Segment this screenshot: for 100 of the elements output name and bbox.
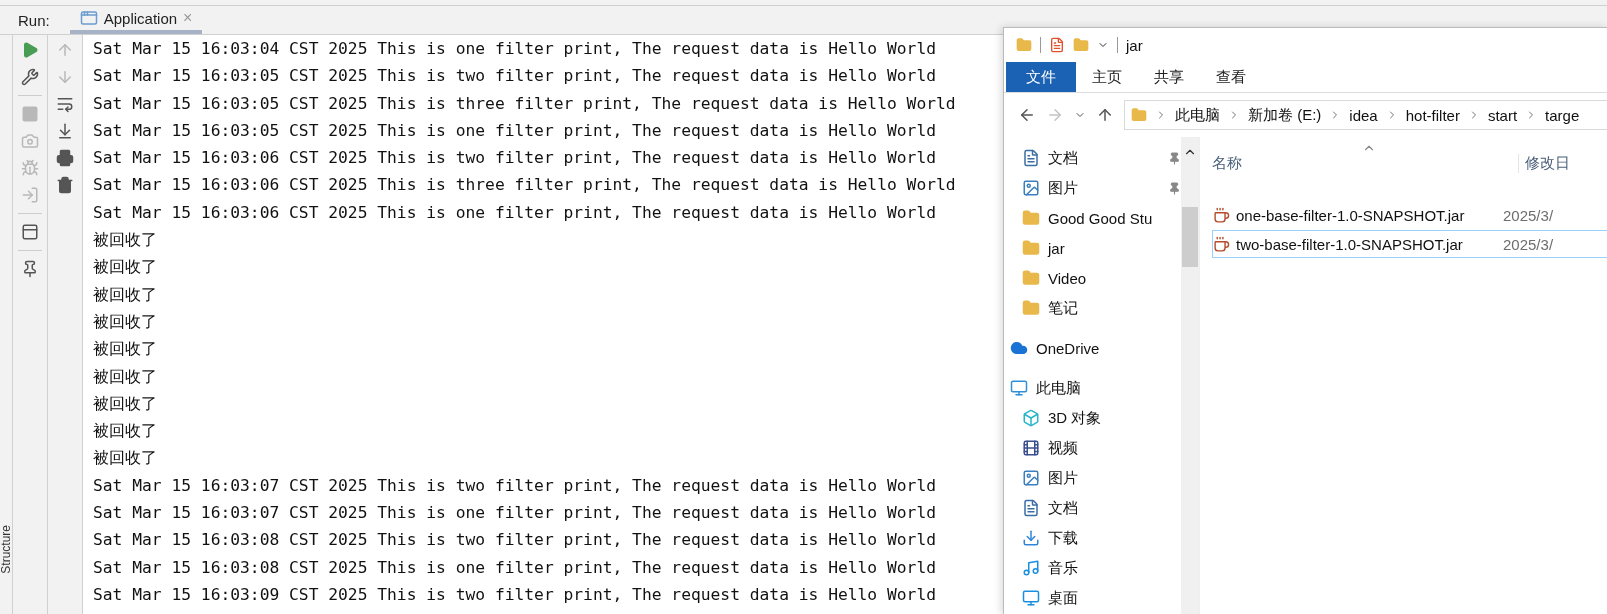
console-line: Sat Mar 15 16:03:04 CST 2025 This is one filter print, The request data is Hello World bbox=[93, 38, 936, 60]
file-name-text: two-base-filter-1.0-SNAPSHOT.jar bbox=[1236, 235, 1463, 253]
nav-label: 文档 bbox=[1048, 148, 1079, 168]
console-line: 被回收了 bbox=[93, 420, 157, 443]
layout-icon[interactable] bbox=[21, 223, 39, 241]
nav-item[interactable]: 3D 对象 bbox=[1004, 403, 1181, 433]
computer-icon bbox=[1010, 379, 1028, 397]
console-line: Sat Mar 15 16:03:07 CST 2025 This is two filter print, The request data is Hello World bbox=[93, 474, 936, 497]
path-segment[interactable]: start bbox=[1487, 106, 1518, 124]
nav-item[interactable]: 桌面 bbox=[1004, 583, 1181, 613]
printer-icon[interactable] bbox=[56, 149, 74, 167]
music-note-icon bbox=[1022, 559, 1040, 577]
forward-icon[interactable] bbox=[1046, 106, 1064, 124]
console-line: Sat Mar 15 16:03:08 CST 2025 This is one filter print, The request data is Hello World bbox=[93, 556, 936, 579]
path-segment[interactable]: idea bbox=[1349, 106, 1378, 124]
path-segment[interactable]: 此电脑 bbox=[1175, 105, 1220, 125]
column-header[interactable]: 修改日 bbox=[1518, 154, 1570, 173]
path-segment[interactable]: 新加卷 (E:) bbox=[1248, 105, 1322, 125]
scrollbar-thumb[interactable] bbox=[1182, 207, 1198, 267]
path-segment[interactable]: hot-filter bbox=[1405, 106, 1460, 124]
address-bar[interactable]: 此电脑 新加卷 (E:) idea hot-filter start targe bbox=[1124, 100, 1607, 130]
run-tab[interactable]: Application × bbox=[69, 6, 203, 34]
cloud-icon bbox=[1010, 339, 1028, 357]
up-icon[interactable] bbox=[1096, 106, 1114, 124]
folder-icon bbox=[1016, 37, 1032, 53]
nav-label: Video bbox=[1048, 269, 1088, 287]
nav-label: 视频 bbox=[1048, 438, 1079, 458]
nav-label: 此电脑 bbox=[1036, 378, 1082, 398]
file-row[interactable]: two-base-filter-1.0-SNAPSHOT.jar 2025/3/ bbox=[1212, 230, 1607, 258]
console-line: Sat Mar 15 16:03:06 CST 2025 This is one filter print, The request data is Hello World bbox=[93, 201, 936, 224]
console-line: 被回收了 bbox=[93, 256, 157, 279]
scroll-to-end-icon[interactable] bbox=[56, 122, 74, 140]
wrench-icon[interactable] bbox=[21, 68, 39, 86]
wrap-icon[interactable] bbox=[56, 95, 74, 113]
console-line: Sat Mar 15 16:03:05 CST 2025 This is two filter print, The request data is Hello World bbox=[93, 65, 936, 88]
cup-icon bbox=[1213, 235, 1230, 253]
folder-icon bbox=[1022, 269, 1040, 287]
window-title: jar bbox=[1126, 36, 1143, 54]
nav-label: 图片 bbox=[1048, 468, 1079, 488]
window-icon bbox=[79, 9, 98, 27]
ribbon-tab[interactable]: 文件 bbox=[1006, 62, 1076, 92]
console-line: Sat Mar 15 16:03:08 CST 2025 This is two filter print, The request data is Hello World bbox=[93, 529, 936, 552]
console-line: Sat Mar 15 16:03:06 CST 2025 This is two filter print, The request data is Hello World bbox=[93, 147, 936, 170]
nav-label: jar bbox=[1048, 239, 1066, 257]
folder-icon bbox=[1022, 209, 1040, 227]
nav-label: 音乐 bbox=[1048, 558, 1079, 578]
nav-item[interactable]: 图片 bbox=[1004, 463, 1181, 493]
nav-item[interactable]: Good Good Stu bbox=[1004, 203, 1181, 233]
run-label: Run: bbox=[18, 11, 50, 29]
ribbon-tab[interactable]: 查看 bbox=[1200, 62, 1262, 92]
console-line: Sat Mar 15 16:03:09 CST 2025 This is two filter print, The request data is Hello World bbox=[93, 583, 936, 606]
cube-icon bbox=[1022, 409, 1040, 427]
nav-label: OneDrive bbox=[1036, 339, 1101, 357]
nav-label: 笔记 bbox=[1048, 298, 1079, 318]
console-line: Sat Mar 15 16:03:05 CST 2025 This is one filter print, The request data is Hello World bbox=[93, 119, 936, 142]
nav-item[interactable]: 笔记 bbox=[1004, 293, 1181, 323]
file-name-text: one-base-filter-1.0-SNAPSHOT.jar bbox=[1236, 206, 1465, 224]
nav-label: Good Good Stu bbox=[1048, 209, 1154, 227]
console-line: 被回收了 bbox=[93, 338, 157, 361]
picture-icon bbox=[1022, 179, 1040, 197]
nav-item[interactable]: 音乐 bbox=[1004, 553, 1181, 583]
scrollbar[interactable] bbox=[1181, 137, 1199, 614]
nav-item[interactable]: 视频 bbox=[1004, 433, 1181, 463]
document-icon bbox=[1022, 149, 1040, 167]
console-line: 被回收了 bbox=[93, 310, 157, 333]
file-row[interactable]: one-base-filter-1.0-SNAPSHOT.jar 2025/3/ bbox=[1212, 201, 1607, 229]
console-line: 被回收了 bbox=[93, 283, 157, 306]
nav-item[interactable]: 图片 bbox=[1004, 173, 1181, 203]
back-icon[interactable] bbox=[1018, 106, 1036, 124]
ribbon-tab[interactable]: 主页 bbox=[1076, 62, 1138, 92]
path-segment[interactable]: targe bbox=[1545, 106, 1580, 124]
ribbon-tab[interactable]: 共享 bbox=[1138, 62, 1200, 92]
pin-icon[interactable] bbox=[21, 260, 39, 278]
film-icon bbox=[1022, 439, 1040, 457]
file-date: 2025/3/ bbox=[1503, 235, 1554, 253]
console-line: Sat Mar 15 16:03:06 CST 2025 This is three filter print, The request data is Hello World bbox=[93, 174, 956, 197]
column-header[interactable]: 名称 bbox=[1212, 154, 1518, 173]
console-line: Sat Mar 15 16:03:07 CST 2025 This is one filter print, The request data is Hello World bbox=[93, 502, 936, 525]
trash-icon[interactable] bbox=[56, 176, 74, 194]
nav-label: 文档 bbox=[1048, 498, 1079, 518]
nav-item[interactable]: jar bbox=[1004, 233, 1181, 263]
console-line: 被回收了 bbox=[93, 365, 157, 388]
download-icon bbox=[1022, 529, 1040, 547]
nav-item[interactable]: 下载 bbox=[1004, 523, 1181, 553]
nav-item[interactable]: 文档 bbox=[1004, 493, 1181, 523]
folder-icon bbox=[1022, 239, 1040, 257]
nav-item[interactable]: 此电脑 bbox=[1004, 373, 1181, 403]
new-folder-icon[interactable] bbox=[1073, 37, 1089, 53]
console-line: 被回收了 bbox=[93, 447, 157, 470]
nav-item[interactable]: OneDrive bbox=[1004, 333, 1181, 363]
nav-label: 3D 对象 bbox=[1048, 408, 1103, 428]
folder-icon bbox=[1131, 107, 1147, 123]
cup-icon bbox=[1213, 206, 1230, 224]
folder-icon bbox=[1022, 299, 1040, 317]
picture-icon bbox=[1022, 469, 1040, 487]
nav-item[interactable]: Video bbox=[1004, 263, 1181, 293]
nav-item[interactable]: 文档 bbox=[1004, 143, 1181, 173]
console-line: 被回收了 bbox=[93, 229, 157, 252]
console-line: 被回收了 bbox=[93, 392, 157, 415]
run-icon[interactable] bbox=[21, 41, 39, 59]
